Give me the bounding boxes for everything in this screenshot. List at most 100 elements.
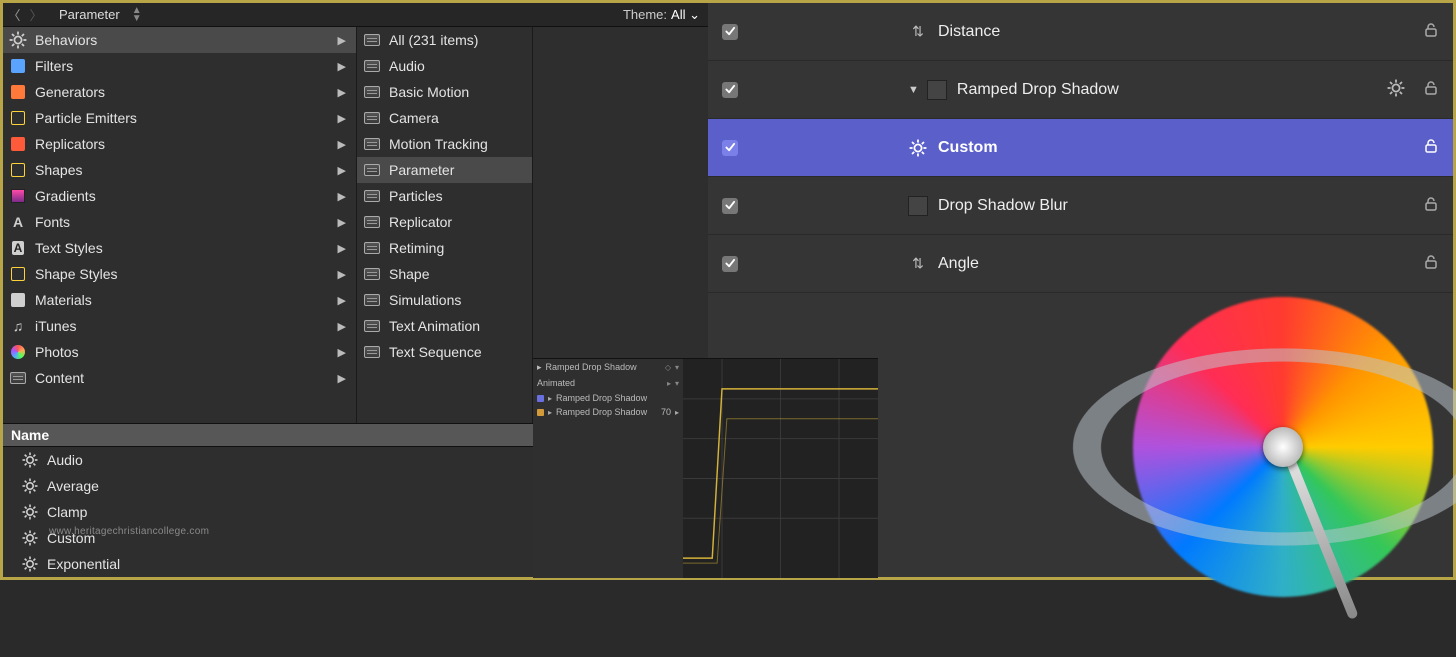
category-text-styles[interactable]: A Text Styles ▶ [3, 235, 356, 261]
subcategory-parameter[interactable]: Parameter [357, 157, 532, 183]
chevron-right-icon: ▶ [334, 346, 350, 359]
layer-settings-button[interactable] [1387, 79, 1405, 100]
folder-icon [363, 57, 381, 75]
category-label: Shape Styles [35, 266, 334, 282]
category-shape-styles[interactable]: Shape Styles ▶ [3, 261, 356, 287]
chevron-right-icon: ▶ [334, 138, 350, 151]
layer-custom[interactable]: Custom [708, 119, 1453, 177]
keyframe-mode[interactable]: Animated ▸▾ [533, 375, 683, 391]
chevron-right-icon: ▶ [334, 294, 350, 307]
lock-icon[interactable] [1423, 196, 1439, 215]
category-filters[interactable]: Filters ▶ [3, 53, 356, 79]
path-stepper[interactable]: ▲▼ [132, 7, 150, 23]
browser-header: 〈 〉 Parameter ▲▼ Theme: All ⌄ [3, 3, 708, 27]
category-label: Gradients [35, 188, 334, 204]
layer-distance[interactable]: ⇅ Distance [708, 3, 1453, 61]
layer-enable-checkbox[interactable] [722, 24, 738, 40]
layer-enable-checkbox[interactable] [722, 256, 738, 272]
category-generators[interactable]: Generators ▶ [3, 79, 356, 105]
shape-icon [9, 161, 27, 179]
category-particle-emitters[interactable]: Particle Emitters ▶ [3, 105, 356, 131]
gear-icon [21, 451, 39, 469]
chevron-right-icon: ▶ [334, 190, 350, 203]
category-gradients[interactable]: Gradients ▶ [3, 183, 356, 209]
category-itunes[interactable]: ♫ iTunes ▶ [3, 313, 356, 339]
mat-icon [9, 291, 27, 309]
keyframe-graph[interactable] [683, 359, 878, 578]
keyframe-menu-icon[interactable]: ▾ [675, 363, 679, 372]
sstyle-icon [9, 265, 27, 283]
folder-icon [363, 213, 381, 231]
nav-back-button[interactable]: 〈 [3, 5, 25, 24]
theme-dropdown[interactable]: All ⌄ [671, 7, 708, 23]
folder-icon [363, 109, 381, 127]
layer-name[interactable]: Ramped Drop Shadow [957, 81, 1119, 99]
disclosure-triangle-icon[interactable]: ▼ [908, 84, 919, 96]
subcategory-all[interactable]: All (231 items) [357, 27, 532, 53]
chevron-right-icon: ▶ [334, 60, 350, 73]
category-label: Replicators [35, 136, 334, 152]
category-shapes[interactable]: Shapes ▶ [3, 157, 356, 183]
subcategory-label: Particles [389, 188, 526, 204]
category-materials[interactable]: Materials ▶ [3, 287, 356, 313]
lock-icon[interactable] [1423, 80, 1439, 99]
subcategory-column: All (231 items) Audio Basic Motion Camer… [357, 27, 533, 423]
layer-enable-checkbox[interactable] [722, 82, 738, 98]
keyframe-header: ▸ Ramped Drop Shadow ◇ ▾ [533, 359, 683, 375]
keyframe-track[interactable]: ▸ Ramped Drop Shadow [533, 391, 683, 405]
folder-icon [9, 369, 27, 387]
subcategory-replicator[interactable]: Replicator [357, 209, 532, 235]
font-icon: A [9, 213, 27, 231]
subcategory-retiming[interactable]: Retiming [357, 235, 532, 261]
layer-drop-shadow-blur[interactable]: Drop Shadow Blur [708, 177, 1453, 235]
filters-icon [9, 57, 27, 75]
layer-name[interactable]: Angle [938, 255, 979, 273]
gear-icon [21, 529, 39, 547]
subcategory-label: Text Animation [389, 318, 526, 334]
track-color-icon [537, 409, 544, 416]
keyframe-disclosure[interactable]: ▸ [537, 362, 542, 373]
layer-name[interactable]: Distance [938, 23, 1000, 41]
layer-enable-checkbox[interactable] [722, 140, 738, 156]
keyframe-editor: ▸ Ramped Drop Shadow ◇ ▾ Animated ▸▾ ▸ R… [533, 358, 878, 578]
nav-forward-button[interactable]: 〉 [25, 5, 47, 24]
category-fonts[interactable]: A Fonts ▶ [3, 209, 356, 235]
category-label: Filters [35, 58, 334, 74]
category-replicators[interactable]: Replicators ▶ [3, 131, 356, 157]
keyframe-marker-icon[interactable]: ◇ [665, 363, 671, 372]
subcategory-particles[interactable]: Particles [357, 183, 532, 209]
subcategory-simulations[interactable]: Simulations [357, 287, 532, 313]
track-disclosure-icon[interactable]: ▸ [548, 394, 552, 403]
subcategory-basic[interactable]: Basic Motion [357, 79, 532, 105]
lock-icon[interactable] [1423, 138, 1439, 157]
subcategory-motion[interactable]: Motion Tracking [357, 131, 532, 157]
subcategory-camera[interactable]: Camera [357, 105, 532, 131]
subcategory-text[interactable]: Text Animation [357, 313, 532, 339]
layer-ramped-drop-shadow[interactable]: ▼ Ramped Drop Shadow [708, 61, 1453, 119]
category-photos[interactable]: Photos ▶ [3, 339, 356, 365]
layer-thumbnail [927, 80, 947, 100]
itunes-icon: ♫ [9, 317, 27, 335]
keyframe-track[interactable]: ▸ Ramped Drop Shadow 70 ▸ [533, 405, 683, 419]
theme-label: Theme: [623, 7, 671, 22]
category-behaviors[interactable]: Behaviors ▶ [3, 27, 356, 53]
layer-enable-checkbox[interactable] [722, 198, 738, 214]
layer-name[interactable]: Drop Shadow Blur [938, 197, 1068, 215]
category-label: Particle Emitters [35, 110, 334, 126]
keyframe-title[interactable]: Ramped Drop Shadow [546, 362, 661, 372]
browser-path[interactable]: Parameter [47, 7, 132, 22]
tstyle-icon: A [9, 239, 27, 257]
track-disclosure-icon[interactable]: ▸ [548, 408, 552, 417]
subcategory-label: Basic Motion [389, 84, 526, 100]
value-stepper-icon[interactable]: ▸ [675, 408, 679, 417]
subcategory-text[interactable]: Text Sequence [357, 339, 532, 365]
lock-icon[interactable] [1423, 22, 1439, 41]
category-content[interactable]: Content ▶ [3, 365, 356, 391]
lock-icon[interactable] [1423, 254, 1439, 273]
layer-thumbnail [908, 138, 928, 158]
layer-angle[interactable]: ⇅ Angle [708, 235, 1453, 293]
subcategory-shape[interactable]: Shape [357, 261, 532, 287]
layer-name[interactable]: Custom [938, 139, 998, 157]
subcategory-audio[interactable]: Audio [357, 53, 532, 79]
chevron-right-icon: ▶ [334, 242, 350, 255]
